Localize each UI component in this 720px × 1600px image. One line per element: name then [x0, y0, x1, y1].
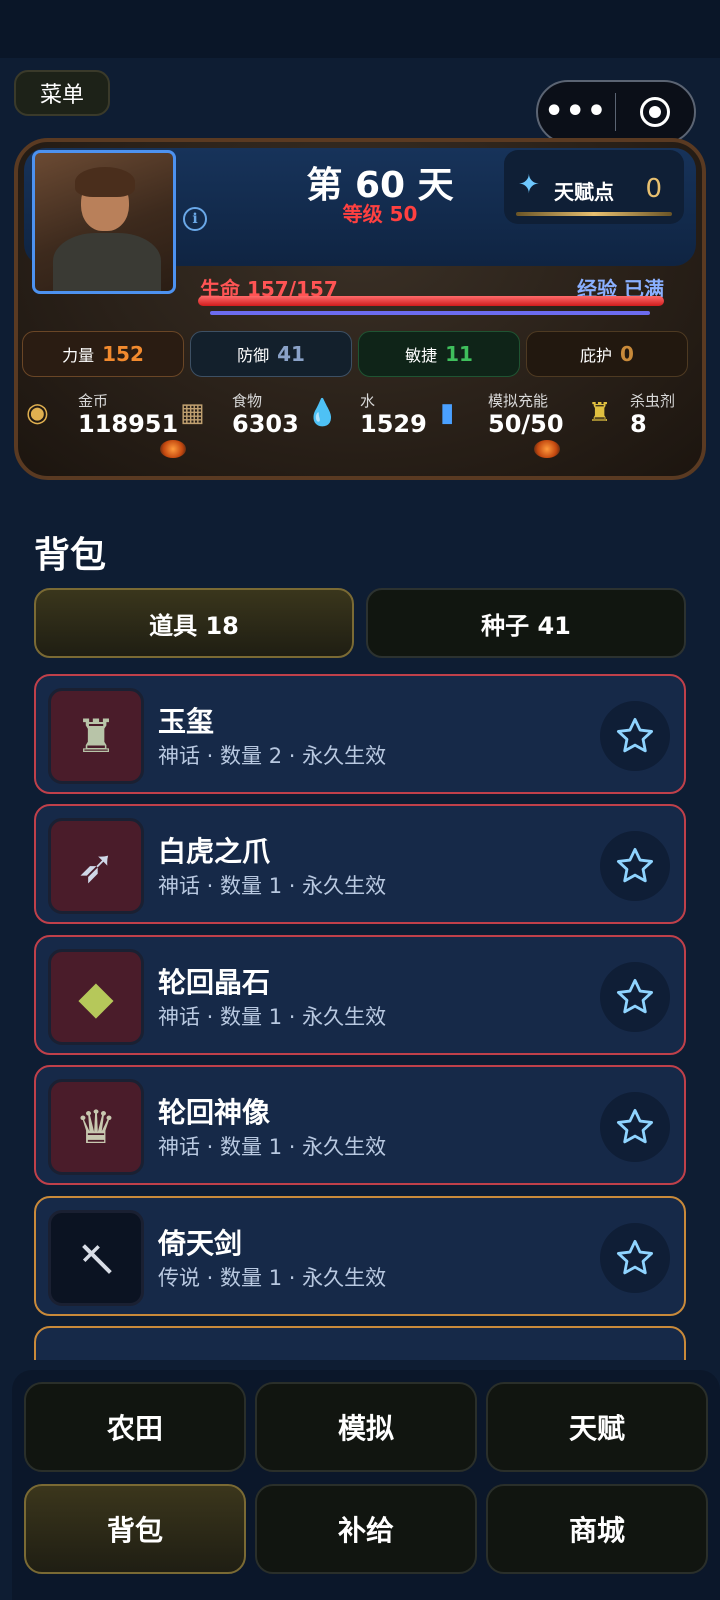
item-name: 白虎之爪 [158, 835, 271, 868]
spray-icon: ♜ [588, 398, 612, 428]
tab-items[interactable]: 道具 18 [34, 588, 354, 658]
mini-program-capsule: ••• [536, 80, 696, 144]
favorite-button[interactable] [600, 962, 670, 1032]
item-meta: 传说 · 数量 1 · 永久生效 [158, 1266, 387, 1290]
stat-shelter: 庇护 0 [526, 331, 688, 377]
list-item[interactable]: ♛ 轮回神像 神话 · 数量 1 · 永久生效 [34, 1065, 686, 1185]
item-thumbnail: ◆ [48, 949, 144, 1045]
nav-supply-button[interactable]: 补给 [255, 1484, 477, 1574]
list-item[interactable]: ◆ 轮回晶石 神话 · 数量 1 · 永久生效 [34, 935, 686, 1055]
nav-simulate-button[interactable]: 模拟 [255, 1382, 477, 1472]
resource-water: 💧 水 1529 [306, 386, 427, 446]
stat-agility: 敏捷 11 [358, 331, 520, 377]
bottom-nav: 农田 模拟 天赋 背包 补给 商城 [12, 1370, 720, 1600]
statue-icon: ♛ [75, 1100, 117, 1154]
stat-strength: 力量 152 [22, 331, 184, 377]
resource-label: 模拟充能 [488, 392, 549, 410]
resource-value: 50/50 [488, 410, 564, 438]
item-name: 轮回神像 [158, 1096, 271, 1129]
list-item-partial[interactable] [34, 1326, 686, 1360]
page-title: 背包 [34, 535, 107, 576]
item-meta: 神话 · 数量 1 · 永久生效 [158, 1135, 387, 1159]
panel-lamp-left [160, 440, 186, 458]
water-icon: 💧 [306, 398, 339, 428]
stat-value: 152 [102, 342, 144, 366]
item-meta: 神话 · 数量 1 · 永久生效 [158, 874, 387, 898]
item-thumbnail: ➶ [48, 818, 144, 914]
item-list[interactable]: ♜ 玉玺 神话 · 数量 2 · 永久生效 ➶ 白虎之爪 神话 · 数量 1 ·… [0, 674, 720, 1360]
list-item[interactable]: † 倚天剑 传说 · 数量 1 · 永久生效 [34, 1196, 686, 1316]
favorite-button[interactable] [600, 831, 670, 901]
resource-value: 8 [630, 410, 647, 438]
item-name: 玉玺 [158, 705, 215, 738]
item-name: 轮回晶石 [158, 966, 271, 999]
resource-label: 水 [360, 392, 376, 410]
nav-talent-button[interactable]: 天赋 [486, 1382, 708, 1472]
battery-icon: ▮ [440, 398, 455, 428]
stat-label: 庇护 [580, 346, 613, 365]
menu-button[interactable]: 菜单 [14, 70, 110, 116]
resource-label: 食物 [232, 392, 263, 410]
resource-value: 118951 [78, 410, 179, 438]
more-dots-icon[interactable]: ••• [538, 97, 615, 127]
talent-underline [516, 212, 672, 216]
stat-label: 敏捷 [405, 346, 438, 365]
resource-value: 6303 [232, 410, 299, 438]
favorite-button[interactable] [600, 1092, 670, 1162]
star-icon [616, 1108, 654, 1144]
nav-backpack-button[interactable]: 背包 [24, 1484, 246, 1574]
stat-value: 0 [620, 342, 634, 366]
food-icon: ▦ [180, 398, 205, 428]
level-label: 等级 50 [342, 202, 418, 226]
panel-lamp-right [534, 440, 560, 458]
tiger-claw-icon: ➶ [76, 839, 116, 893]
favorite-button[interactable] [600, 701, 670, 771]
info-icon[interactable]: i [183, 207, 207, 231]
star-icon [616, 1239, 654, 1275]
close-target-button[interactable] [616, 97, 694, 127]
list-item[interactable]: ♜ 玉玺 神话 · 数量 2 · 永久生效 [34, 674, 686, 794]
stat-value: 11 [445, 342, 473, 366]
jade-seal-icon: ♜ [75, 709, 117, 763]
favorite-button[interactable] [600, 1223, 670, 1293]
resource-pesticide: ♜ 杀虫剂 8 [588, 386, 698, 446]
item-name: 倚天剑 [158, 1227, 243, 1260]
star-icon [616, 717, 654, 753]
star-icon [616, 978, 654, 1014]
resource-label: 金币 [78, 392, 109, 410]
item-meta: 神话 · 数量 1 · 永久生效 [158, 1005, 387, 1029]
item-meta: 神话 · 数量 2 · 永久生效 [158, 744, 387, 768]
sword-icon: † [68, 1230, 124, 1286]
item-thumbnail: ♜ [48, 688, 144, 784]
stat-defense: 防御 41 [190, 331, 352, 377]
nav-shop-button[interactable]: 商城 [486, 1484, 708, 1574]
target-icon [639, 97, 670, 127]
resource-value: 1529 [360, 410, 427, 438]
stat-value: 41 [277, 342, 305, 366]
status-bar [0, 0, 720, 58]
exp-bar [210, 311, 650, 315]
tab-seeds[interactable]: 种子 41 [366, 588, 686, 658]
coins-icon: ◉ [26, 398, 49, 428]
talent-points-box[interactable]: ✦ 天赋点 0 [504, 150, 684, 224]
nav-farm-button[interactable]: 农田 [24, 1382, 246, 1472]
life-bar-fill [198, 296, 664, 306]
talent-value: 0 [645, 174, 662, 204]
resource-label: 杀虫剂 [630, 392, 676, 410]
crystal-icon: ◆ [78, 970, 114, 1024]
resource-gold: ◉ 金币 118951 [26, 386, 178, 446]
stat-label: 防御 [237, 346, 270, 365]
resource-food: ▦ 食物 6303 [180, 386, 299, 446]
star-icon [616, 847, 654, 883]
talent-label: 天赋点 [554, 180, 614, 204]
stat-label: 力量 [62, 346, 95, 365]
item-thumbnail: † [48, 1210, 144, 1306]
avatar[interactable] [32, 150, 176, 294]
life-bar [198, 296, 664, 306]
exp-bar-fill [210, 311, 650, 315]
list-item[interactable]: ➶ 白虎之爪 神话 · 数量 1 · 永久生效 [34, 804, 686, 924]
crystal-star-icon: ✦ [518, 170, 540, 200]
item-thumbnail: ♛ [48, 1079, 144, 1175]
resource-sim-charge: ▮ 模拟充能 50/50 [440, 386, 570, 446]
